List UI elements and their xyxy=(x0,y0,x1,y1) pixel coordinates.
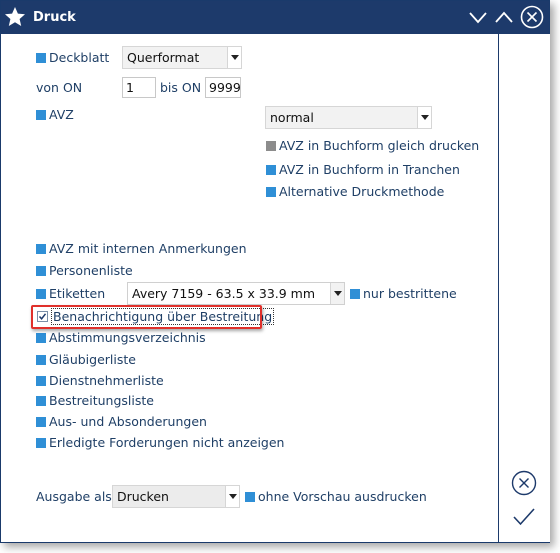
deckblatt-label: Deckblatt xyxy=(49,50,110,65)
dialog-content: Deckblatt Querformat von ON 1 bis ON 999… xyxy=(1,34,498,542)
glaeubiger-row: Gläubigerliste xyxy=(36,352,136,367)
avz-label: AVZ xyxy=(49,107,74,122)
personenliste-checkbox[interactable] xyxy=(36,265,46,276)
chevron-down-icon[interactable] xyxy=(417,107,431,128)
dienstnehmer-row: Dienstnehmerliste xyxy=(36,373,164,388)
star-icon xyxy=(3,5,27,29)
ausgabe-label: Ausgabe als : xyxy=(36,489,121,504)
anmerkungen-checkbox[interactable] xyxy=(36,243,46,254)
deckblatt-row: Deckblatt xyxy=(36,50,109,65)
avz-tranchen-checkbox[interactable] xyxy=(266,164,276,175)
etiketten-row: Etiketten xyxy=(36,286,105,301)
print-dialog: Druck Deckblatt Querformat von ON 1 bis … xyxy=(0,0,550,543)
minimize-chevron-icon[interactable] xyxy=(467,6,489,28)
avz-row: AVZ xyxy=(36,107,74,122)
bestreitung-row: Bestreitungsliste xyxy=(36,393,154,408)
avz-option-alternative: Alternative Druckmethode xyxy=(266,184,444,199)
dienstnehmer-checkbox[interactable] xyxy=(36,375,46,386)
bis-label: bis ON xyxy=(160,80,202,95)
von-input[interactable]: 1 xyxy=(122,77,156,98)
anmerkungen-row: AVZ mit internen Anmerkungen xyxy=(36,241,247,256)
cancel-circle-icon[interactable] xyxy=(511,470,537,496)
glaeubiger-checkbox[interactable] xyxy=(36,354,46,365)
avz-checkbox[interactable] xyxy=(36,109,46,120)
chevron-down-icon[interactable] xyxy=(225,486,239,507)
erledigte-checkbox[interactable] xyxy=(36,437,46,448)
erledigte-row: Erledigte Forderungen nicht anzeigen xyxy=(36,435,284,450)
confirm-check-icon[interactable] xyxy=(512,506,536,528)
ohne-vorschau-row: ohne Vorschau ausdrucken xyxy=(245,489,427,504)
von-label: von ON xyxy=(36,80,83,95)
maximize-chevron-icon[interactable] xyxy=(493,6,515,28)
bis-input[interactable]: 9999 xyxy=(205,77,241,98)
etiketten-select[interactable]: Avery 7159 - 63.5 x 33.9 mm xyxy=(127,282,345,305)
action-panel xyxy=(498,34,550,542)
nur-bestrittene-row: nur bestrittene xyxy=(350,286,457,301)
avz-option-tranchen: AVZ in Buchform in Tranchen xyxy=(266,162,460,177)
chevron-down-icon[interactable] xyxy=(227,47,241,68)
chevron-down-icon[interactable] xyxy=(330,283,344,304)
aussonderung-checkbox[interactable] xyxy=(36,416,46,427)
abstimmung-row: Abstimmungsverzeichnis xyxy=(36,330,206,345)
deckblatt-select[interactable]: Querformat xyxy=(122,46,242,69)
abstimmung-checkbox[interactable] xyxy=(36,332,46,343)
deckblatt-checkbox[interactable] xyxy=(36,52,46,63)
nur-bestrittene-checkbox[interactable] xyxy=(350,288,360,299)
avz-option-gleich: AVZ in Buchform gleich drucken xyxy=(266,138,479,153)
ohne-vorschau-checkbox[interactable] xyxy=(245,491,255,502)
bestreitung-checkbox[interactable] xyxy=(36,395,46,406)
avz-mode-select[interactable]: normal xyxy=(265,106,432,129)
aussonderung-row: Aus- und Absonderungen xyxy=(36,414,207,429)
avz-alternative-checkbox[interactable] xyxy=(266,186,276,197)
window-title: Druck xyxy=(33,10,76,25)
close-icon[interactable] xyxy=(520,5,544,29)
personenliste-row: Personenliste xyxy=(36,263,133,278)
ausgabe-select[interactable]: Drucken xyxy=(112,485,240,508)
highlight-annotation xyxy=(31,305,262,329)
title-bar: Druck xyxy=(1,1,549,34)
avz-gleich-checkbox[interactable] xyxy=(266,140,276,151)
etiketten-checkbox[interactable] xyxy=(36,288,46,299)
